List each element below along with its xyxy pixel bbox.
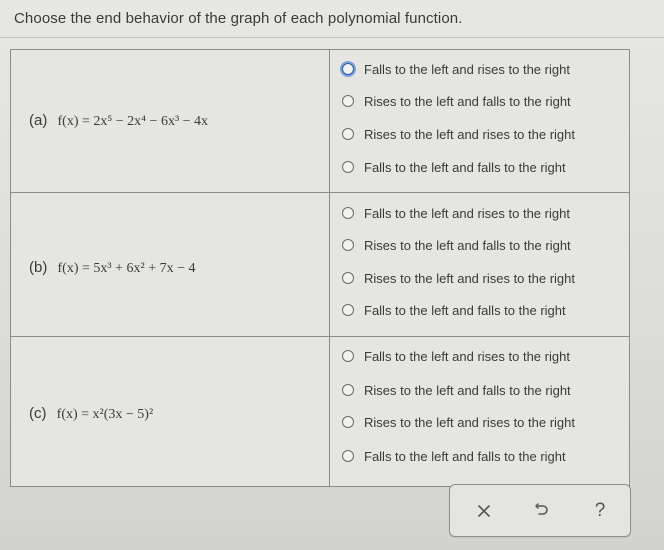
option-a-2[interactable]: Rises to the left and falls to the right [342, 91, 571, 111]
radio-button[interactable] [342, 95, 354, 107]
option-b-1[interactable]: Falls to the left and rises to the right [342, 203, 570, 223]
function-c: (c) f(x) = x²(3x − 5)² [29, 405, 153, 423]
radio-button[interactable] [342, 272, 354, 284]
radio-button[interactable] [342, 161, 354, 173]
option-label: Falls to the left and rises to the right [364, 205, 570, 221]
option-c-1[interactable]: Falls to the left and rises to the right [342, 346, 570, 366]
table-row-b: (b) f(x) = 5x³ + 6x² + 7x − 4 Falls to t… [11, 193, 629, 337]
column-divider [329, 337, 330, 487]
question-prompt: Choose the end behavior of the graph of … [14, 10, 463, 27]
function-b-expression: f(x) = 5x³ + 6x² + 7x − 4 [57, 261, 196, 276]
option-a-1[interactable]: Falls to the left and rises to the right [342, 59, 570, 79]
page: Choose the end behavior of the graph of … [0, 0, 664, 550]
answer-toolbar: ? [449, 484, 631, 537]
answer-table: (a) f(x) = 2x⁵ − 2x⁴ − 6x³ − 4x Falls to… [10, 49, 630, 487]
option-label: Rises to the left and falls to the right [364, 93, 571, 109]
radio-button[interactable] [342, 207, 354, 219]
function-a-label: (a) [29, 112, 48, 129]
undo-icon [535, 503, 548, 515]
option-label: Falls to the left and rises to the right [364, 61, 570, 77]
option-label: Falls to the left and falls to the right [364, 159, 566, 175]
clear-button[interactable] [470, 497, 498, 525]
function-a: (a) f(x) = 2x⁵ − 2x⁴ − 6x³ − 4x [29, 112, 208, 130]
option-label: Falls to the left and falls to the right [364, 448, 566, 464]
option-label: Falls to the left and rises to the right [364, 348, 570, 364]
radio-button[interactable] [342, 450, 354, 462]
function-b-label: (b) [29, 259, 48, 276]
radio-button[interactable] [342, 416, 354, 428]
radio-button[interactable] [342, 350, 354, 362]
option-b-4[interactable]: Falls to the left and falls to the right [342, 300, 566, 320]
radio-button[interactable] [342, 304, 354, 316]
option-label: Rises to the left and rises to the right [364, 126, 575, 142]
radio-button[interactable] [342, 128, 354, 140]
radio-button[interactable] [342, 239, 354, 251]
option-label: Rises to the left and falls to the right [364, 382, 571, 398]
option-a-4[interactable]: Falls to the left and falls to the right [342, 157, 566, 177]
radio-button[interactable] [342, 384, 354, 396]
option-label: Rises to the left and falls to the right [364, 237, 571, 253]
close-icon [478, 505, 490, 517]
undo-button[interactable] [527, 497, 555, 525]
column-divider [329, 50, 330, 192]
function-c-label: (c) [29, 405, 47, 422]
option-label: Rises to the left and rises to the right [364, 270, 575, 286]
option-c-4[interactable]: Falls to the left and falls to the right [342, 446, 566, 466]
option-label: Falls to the left and falls to the right [364, 302, 566, 318]
function-b: (b) f(x) = 5x³ + 6x² + 7x − 4 [29, 259, 195, 277]
option-a-3[interactable]: Rises to the left and rises to the right [342, 124, 575, 144]
help-button[interactable]: ? [586, 497, 614, 525]
function-a-expression: f(x) = 2x⁵ − 2x⁴ − 6x³ − 4x [57, 114, 209, 129]
option-label: Rises to the left and rises to the right [364, 414, 575, 430]
option-b-2[interactable]: Rises to the left and falls to the right [342, 235, 571, 255]
function-c-expression: f(x) = x²(3x − 5)² [56, 407, 154, 422]
radio-button[interactable] [342, 63, 354, 75]
column-divider [329, 193, 330, 336]
divider [0, 37, 664, 38]
table-row-c: (c) f(x) = x²(3x − 5)² Falls to the left… [11, 337, 629, 487]
option-c-2[interactable]: Rises to the left and falls to the right [342, 380, 571, 400]
table-row-a: (a) f(x) = 2x⁵ − 2x⁴ − 6x³ − 4x Falls to… [11, 50, 629, 193]
option-b-3[interactable]: Rises to the left and rises to the right [342, 268, 575, 288]
option-c-3[interactable]: Rises to the left and rises to the right [342, 412, 575, 432]
